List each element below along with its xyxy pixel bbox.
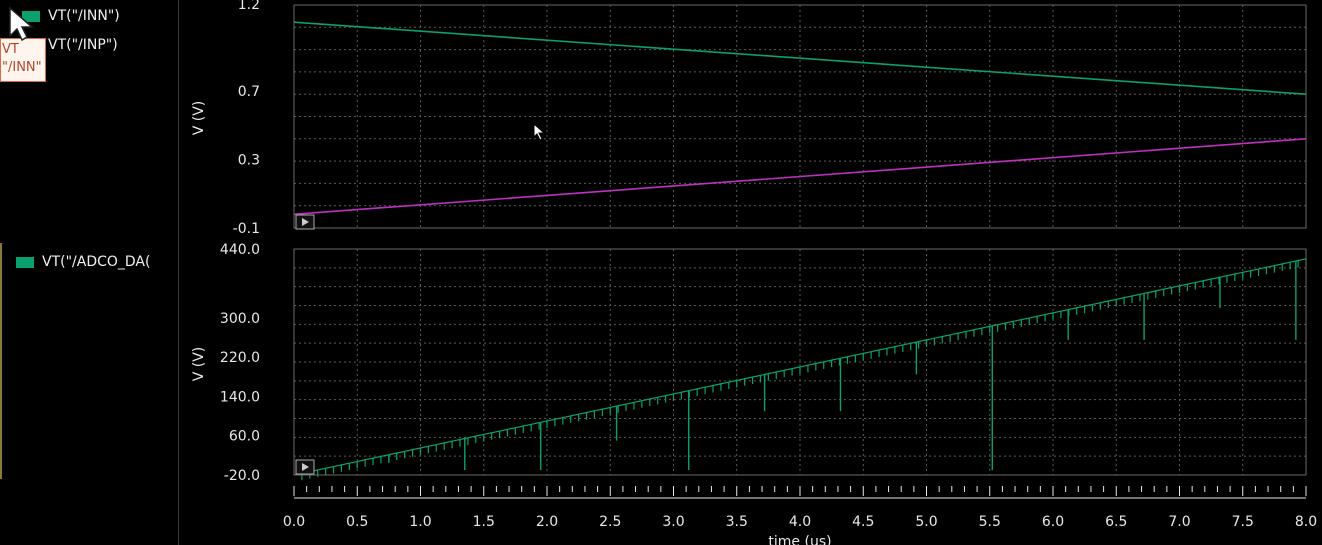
xtick-label: 4.0 <box>789 514 811 530</box>
xtick-label: 3.0 <box>662 514 684 530</box>
bottom-ytick-label: 220.0 <box>220 350 260 366</box>
bottom-plot-grid <box>293 248 1307 476</box>
xtick-label: 0.0 <box>283 514 305 530</box>
bottom-ytick-label: -20.0 <box>224 468 260 484</box>
top-ytick-label: -0.1 <box>233 221 260 237</box>
waveform-chart[interactable]: 1.2 0.7 0.3 -0.1 V (V) 440.0 300.0 220.0 140.0 60… <box>0 0 1322 545</box>
series-inn-line <box>293 21 1307 95</box>
xtick-label: 0.5 <box>346 514 368 530</box>
xtick-label: 2.0 <box>536 514 558 530</box>
xtick-label: 5.5 <box>979 514 1001 530</box>
top-ylabel: V (V) <box>191 101 207 136</box>
top-ytick-label: 0.3 <box>238 152 260 168</box>
xtick-label: 6.5 <box>1105 514 1127 530</box>
xtick-label: 2.5 <box>599 514 621 530</box>
xtick-label: 4.5 <box>852 514 874 530</box>
top-ytick-label: 1.2 <box>238 0 260 13</box>
xtick-label: 6.0 <box>1042 514 1064 530</box>
xtick-label: 5.0 <box>915 514 937 530</box>
xlabel: time (us) <box>768 534 831 545</box>
bottom-plot-series <box>293 258 1307 481</box>
bottom-ylabel: V (V) <box>191 347 207 382</box>
labels-group: 1.2 0.7 0.3 -0.1 V (V) 440.0 300.0 220.0 140.0 60… <box>191 0 1317 545</box>
xtick-label: 1.0 <box>409 514 431 530</box>
xtick-label: 7.5 <box>1232 514 1254 530</box>
series-adc-staircase <box>293 258 1307 481</box>
mouse-cursor-icon <box>533 123 546 141</box>
bottom-ytick-label: 300.0 <box>220 311 260 327</box>
xtick-label: 3.5 <box>726 514 748 530</box>
xtick-label: 8.0 <box>1295 514 1317 530</box>
xtick-label: 7.0 <box>1168 514 1190 530</box>
xtick-label: 1.5 <box>473 514 495 530</box>
top-plot-grid <box>293 4 1307 229</box>
bottom-ytick-label: 140.0 <box>220 389 260 405</box>
bottom-ytick-label: 440.0 <box>220 242 260 258</box>
bottom-ytick-label: 60.0 <box>229 429 260 445</box>
top-ytick-label: 0.7 <box>238 84 260 100</box>
